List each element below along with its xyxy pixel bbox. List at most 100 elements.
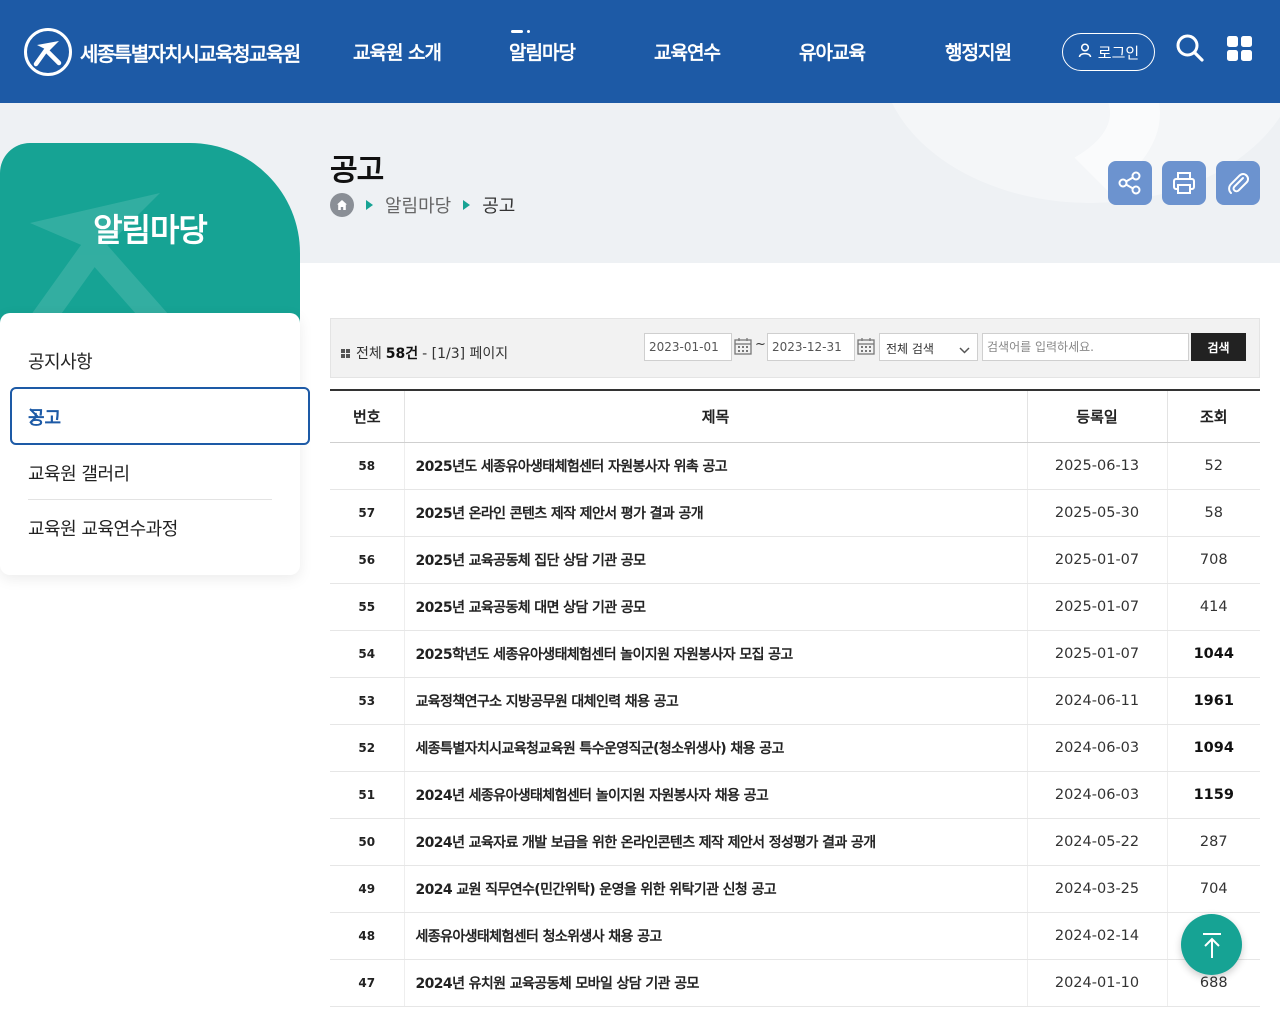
breadcrumb: 알림마당 공고	[330, 192, 515, 218]
row-date: 2024-01-10	[1026, 959, 1167, 1007]
row-hits: 58	[1166, 489, 1260, 537]
scroll-top-button[interactable]	[1181, 914, 1242, 975]
row-date: 2025-06-13	[1026, 442, 1167, 490]
row-date: 2024-05-22	[1026, 818, 1167, 866]
print-icon	[1173, 172, 1195, 194]
search-button[interactable]: 검색	[1191, 333, 1246, 361]
sidebar-item-courses[interactable]: 교육원 교육연수과정	[28, 515, 178, 541]
table-row[interactable]: 58 2025년도 세종유아생태체험센터 자원봉사자 위촉 공고 2025-06-1…	[330, 442, 1260, 490]
nav-item-notice[interactable]: 알림마당	[509, 30, 576, 65]
breadcrumb-item-notice[interactable]: 알림마당	[385, 192, 451, 218]
search-keyword-input[interactable]	[982, 333, 1189, 361]
sidebar-title: 알림마당	[93, 211, 208, 249]
home-icon[interactable]	[330, 193, 354, 217]
nav-item-intro[interactable]: 교육원 소개	[353, 38, 442, 65]
column-header-subject: 제목	[403, 389, 1027, 443]
row-number: 57	[330, 489, 404, 537]
all-menu-icon[interactable]	[1227, 36, 1253, 66]
row-hits: 1094	[1166, 724, 1260, 772]
attach-icon	[1228, 173, 1250, 194]
nav-item-admin[interactable]: 행정지원	[945, 38, 1012, 65]
table-row[interactable]: 51 2024년 세종유아생태체험센터 놀이지원 자원봉사자 채용 공고 2024-…	[330, 771, 1260, 819]
page-info: - [1/3] 페이지	[422, 346, 509, 362]
total-prefix: 전체	[356, 346, 382, 362]
page-title: 공고	[330, 153, 384, 188]
row-subject-link[interactable]: 2024년 유치원 교육공동체 모바일 상담 기관 공모	[403, 959, 1027, 1007]
calendar-icon[interactable]	[734, 337, 752, 359]
sidebar-header: 알림마당	[0, 143, 300, 333]
row-subject-link[interactable]: 2024 교원 직무연수(민간위탁) 운영을 위한 위탁기관 신청 공고	[403, 865, 1027, 913]
sidebar-item-gallery[interactable]: 교육원 갤러리	[28, 460, 130, 486]
row-subject-link[interactable]: 2024년 세종유아생태체험센터 놀이지원 자원봉사자 채용 공고	[403, 771, 1027, 819]
sidebar-item-announcements[interactable]: 공고	[10, 387, 310, 445]
login-button[interactable]: 로그인	[1062, 33, 1155, 71]
login-label: 로그인	[1097, 44, 1140, 62]
row-subject-link[interactable]: 2025학년도 세종유아생태체험센터 놀이지원 자원봉사자 모집 공고	[403, 630, 1027, 678]
total-count-info: 전체 58건 - [1/3] 페이지	[341, 343, 508, 363]
row-number: 52	[330, 724, 404, 772]
row-date: 2025-01-07	[1026, 630, 1167, 678]
site-logo[interactable]: 세종특별자치시교육청교육원	[24, 28, 301, 76]
row-date: 2024-06-03	[1026, 771, 1167, 819]
share-icon	[1118, 171, 1141, 195]
table-row[interactable]: 48 세종유아생태체험센터 청소위생사 채용 공고 2024-02-14	[330, 912, 1260, 960]
list-grid-icon	[341, 348, 350, 358]
row-number: 54	[330, 630, 404, 678]
row-hits: 708	[1166, 536, 1260, 584]
search-icon[interactable]	[1175, 33, 1205, 67]
row-subject-link[interactable]: 2025년도 세종유아생태체험센터 자원봉사자 위촉 공고	[403, 442, 1027, 490]
end-date-input[interactable]	[767, 333, 855, 361]
row-hits: 1159	[1166, 771, 1260, 819]
table-row[interactable]: 53 교육정책연구소 지방공무원 대체인력 채용 공고 2024-06-11 1961	[330, 677, 1260, 725]
row-number: 55	[330, 583, 404, 631]
table-row[interactable]: 54 2025학년도 세종유아생태체험센터 놀이지원 자원봉사자 모집 공고 202…	[330, 630, 1260, 678]
row-subject-link[interactable]: 2024년 교육자료 개발 보급을 위한 온라인콘텐츠 제작 제안서 정성평가 …	[403, 818, 1027, 866]
share-button[interactable]	[1108, 161, 1152, 205]
row-subject-link[interactable]: 세종특별자치시교육청교육원 특수운영직군(청소위생사) 채용 공고	[403, 724, 1027, 772]
row-number: 48	[330, 912, 404, 960]
row-number: 58	[330, 442, 404, 490]
breadcrumb-item-current: 공고	[482, 196, 516, 217]
row-hits: 1044	[1166, 630, 1260, 678]
chevron-down-icon	[959, 343, 970, 357]
site-header: 세종특별자치시교육청교육원 교육원 소개 알림마당 교육연수 유아교육 행정지원…	[0, 0, 1280, 103]
row-subject-link[interactable]: 세종유아생태체험센터 청소위생사 채용 공고	[403, 912, 1027, 960]
sidebar-item-notices[interactable]: 공지사항	[28, 348, 93, 374]
table-row[interactable]: 57 2025년 온라인 콘텐츠 제작 제안서 평가 결과 공개 2025-05-3…	[330, 489, 1260, 537]
row-number: 47	[330, 959, 404, 1007]
table-row[interactable]: 56 2025년 교육공동체 집단 상담 기관 공모 2025-01-07 708	[330, 536, 1260, 584]
table-row[interactable]: 52 세종특별자치시교육청교육원 특수운영직군(청소위생사) 채용 공고 2024-…	[330, 724, 1260, 772]
table-row[interactable]: 55 2025년 교육공동체 대면 상담 기관 공모 2025-01-07 414	[330, 583, 1260, 631]
row-hits: 414	[1166, 583, 1260, 631]
attach-button[interactable]	[1216, 161, 1260, 205]
table-row[interactable]: 49 2024 교원 직무연수(민간위탁) 운영을 위한 위탁기관 신청 공고 20…	[330, 865, 1260, 913]
row-hits: 52	[1166, 442, 1260, 490]
print-button[interactable]	[1162, 161, 1206, 205]
nav-item-early-childhood[interactable]: 유아교육	[799, 38, 866, 65]
search-scope-select[interactable]: 전체 검색	[879, 333, 978, 361]
calendar-icon[interactable]	[857, 337, 875, 359]
divider	[28, 499, 272, 500]
nav-item-training[interactable]: 교육연수	[654, 38, 721, 65]
row-number: 50	[330, 818, 404, 866]
row-subject-link[interactable]: 2025년 온라인 콘텐츠 제작 제안서 평가 결과 공개	[403, 489, 1027, 537]
column-header-num: 번호	[330, 389, 404, 443]
table-row[interactable]: 47 2024년 유치원 교육공동체 모바일 상담 기관 공모 2024-01-10…	[330, 959, 1260, 1007]
row-date: 2025-01-07	[1026, 536, 1167, 584]
row-hits: 1961	[1166, 677, 1260, 725]
row-subject-link[interactable]: 2025년 교육공동체 대면 상담 기관 공모	[403, 583, 1027, 631]
nav-item-notice-label: 알림마당	[509, 42, 576, 64]
row-subject-link[interactable]: 2025년 교육공동체 집단 상담 기관 공모	[403, 536, 1027, 584]
row-number: 56	[330, 536, 404, 584]
sidebar-menu: 공지사항 공고 교육원 갤러리 교육원 교육연수과정	[0, 313, 310, 575]
logo-text: 세종특별자치시교육청교육원	[80, 41, 301, 66]
board-search-bar: 전체 58건 - [1/3] 페이지 ~ 전체 검색 검색	[330, 318, 1260, 378]
breadcrumb-arrow-icon	[463, 200, 471, 210]
row-subject-link[interactable]: 교육정책연구소 지방공무원 대체인력 채용 공고	[403, 677, 1027, 725]
logo-emblem-icon	[24, 28, 72, 76]
row-date: 2024-06-11	[1026, 677, 1167, 725]
start-date-input[interactable]	[644, 333, 732, 361]
total-count: 58건	[385, 346, 419, 362]
table-row[interactable]: 50 2024년 교육자료 개발 보급을 위한 온라인콘텐츠 제작 제안서 정성평…	[330, 818, 1260, 866]
column-header-hits: 조회	[1166, 389, 1260, 443]
